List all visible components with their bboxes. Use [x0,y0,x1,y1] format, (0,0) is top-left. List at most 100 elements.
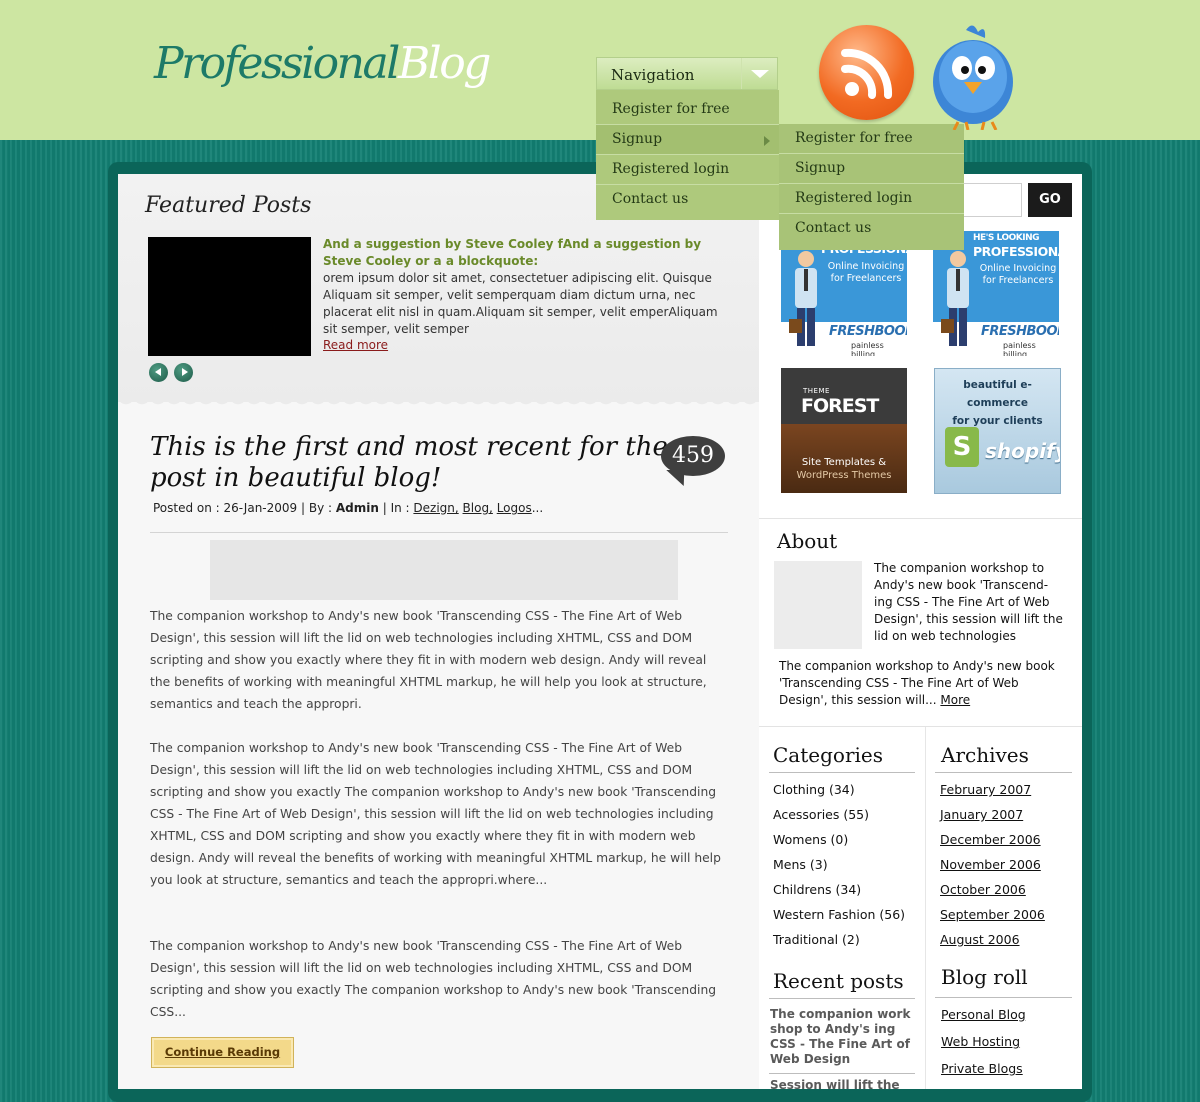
about-text-2: The companion workshop to Andy's new boo… [779,659,1055,707]
menu-item-register[interactable]: Register for free [596,95,779,125]
themeforest-ad[interactable]: THEME FOREST Site Templates & WordPress T… [781,368,907,493]
rss-icon[interactable] [819,25,914,120]
archives-heading: Archives [941,743,1029,767]
about-text: The companion workshop to Andy's new boo… [874,561,1063,643]
sidebar-divider [759,518,1082,519]
categories-list: Clothing (34) Acessories (55) Womens (0)… [773,782,905,957]
slider-prev-button[interactable] [149,363,168,382]
sidebar-divider [759,726,1082,727]
category-item[interactable]: Womens (0) [773,832,905,857]
archive-link[interactable]: January 2007 [940,807,1045,832]
ad-subtitle: Online Invoicing for Freelancers [827,261,905,284]
category-item[interactable]: Western Fashion (56) [773,907,905,932]
categories-rule [769,772,915,773]
sidebar-column-divider [925,727,926,1089]
blog-roll-link[interactable]: Personal Blog [941,1007,1026,1034]
ad-line-1: beautiful e-commerce [963,379,1032,409]
archive-link[interactable]: August 2006 [940,932,1045,957]
featured-posts-heading: Featured Posts [145,193,312,218]
ad-brand: FRESHBOOKS [829,324,907,339]
post-paragraph: The companion workshop to Andy's new boo… [150,939,717,1019]
navigation-separator [741,58,742,89]
archive-link[interactable]: February 2007 [940,782,1045,807]
blog-roll-link[interactable]: Private Blogs [941,1061,1026,1088]
tag-link[interactable]: Dezign, [413,501,458,515]
featured-video[interactable] [148,237,311,356]
category-item[interactable]: Acessories (55) [773,807,905,832]
category-item[interactable]: Mens (3) [773,857,905,882]
tags-ellipsis: ... [531,501,544,515]
blog-roll-rule [935,997,1072,998]
menu-item-label: Signup [612,131,663,147]
post-image [210,540,678,600]
recent-post-link[interactable]: The companion work shop to Andy's ing CS… [770,1007,920,1067]
featured-read-more-link[interactable]: Read more [323,338,388,352]
tag-link[interactable]: Blog, [463,501,493,515]
arrow-left-icon [155,368,161,376]
featured-scallop-edge [118,396,759,410]
post-author[interactable]: Admin [336,501,379,515]
ad-brand: FOREST [801,395,879,417]
menu-item-login[interactable]: Registered login [596,155,779,185]
blog-roll-list: Personal Blog Web Hosting Private Blogs [941,1007,1026,1088]
recent-post-link[interactable]: Session will lift the [770,1078,900,1092]
menu-item-contact[interactable]: Contact us [596,185,779,215]
categories-heading: Categories [773,743,883,767]
chevron-down-icon [751,70,769,78]
category-item[interactable]: Childrens (34) [773,882,905,907]
post-paragraph: The companion workshop to Andy's new boo… [150,609,707,711]
ad-tagline: painless billing [1003,341,1036,356]
ad-line-2: WordPress Themes [796,470,892,481]
recent-posts-rule [769,998,915,999]
rss-symbol-icon [841,48,893,99]
menu-item-signup[interactable]: Signup [596,125,779,155]
post-paragraph: The companion workshop to Andy's new boo… [150,741,721,887]
shopify-ad[interactable]: beautiful e-commerce for your clients S s… [934,368,1061,494]
search-go-button[interactable]: GO [1028,183,1072,217]
submenu-item-contact[interactable]: Contact us [779,214,964,244]
shopping-bag-icon: S [945,427,979,467]
tag-link[interactable]: Logos [497,501,532,515]
post-divider [150,532,728,533]
category-item[interactable]: Clothing (34) [773,782,905,807]
businessman-icon [941,251,969,346]
navigation-submenu: Register for free Signup Registered logi… [779,124,964,250]
ad-headline: PROFESSIONAL [973,244,1059,259]
ad-tagline: painless billing [851,341,884,356]
chevron-right-icon [764,136,770,146]
submenu-item-login[interactable]: Registered login [779,184,964,214]
category-item[interactable]: Traditional (2) [773,932,905,957]
slider-next-button[interactable] [174,363,193,382]
ad-brand: FRESHBOOKS [981,324,1059,339]
archive-link[interactable]: November 2006 [940,857,1045,882]
post-meta: Posted on : 26-Jan-2009 | By : Admin | I… [153,501,543,515]
blog-roll-link[interactable]: Web Hosting [941,1034,1026,1061]
about-image [774,561,862,649]
archive-link[interactable]: December 2006 [940,832,1045,857]
submenu-item-signup[interactable]: Signup [779,154,964,184]
ad-headline-small: HE'S LOOKING [973,233,1040,243]
featured-post-title: And a suggestion by Steve Cooley fAnd a … [323,237,702,268]
search-input[interactable] [962,183,1022,217]
site-logo[interactable]: ProfessionalBlog [154,38,492,89]
ad-subtitle: Site Templates & WordPress Themes [781,456,907,482]
logo-part-2: Blog [397,38,492,89]
about-more-link[interactable]: More [940,693,970,707]
archives-list: February 2007 January 2007 December 2006… [940,782,1045,957]
post-date: Posted on : 26-Jan-2009 | By : [153,501,336,515]
post-title[interactable]: This is the first and most recent for th… [150,432,670,494]
ad-brand: shopify [985,439,1061,463]
twitter-bird-icon[interactable] [928,22,1018,130]
archive-link[interactable]: October 2006 [940,882,1045,907]
recent-posts-heading: Recent posts [773,969,904,993]
continue-reading-button[interactable]: Continue Reading [151,1037,294,1068]
blog-roll-heading: Blog roll [941,965,1028,989]
about-text-continued: The companion workshop to Andy's new boo… [779,658,1059,709]
featured-post-excerpt: orem ipsum dolor sit amet, consectetuer … [323,271,718,336]
archive-link[interactable]: September 2006 [940,907,1045,932]
logo-part-1: Professional [154,38,400,89]
ad-small-text: THEME [803,387,830,395]
post-in-label: | In : [378,501,414,515]
businessman-icon [789,251,817,346]
navigation-dropdown[interactable]: Navigation [596,57,778,90]
